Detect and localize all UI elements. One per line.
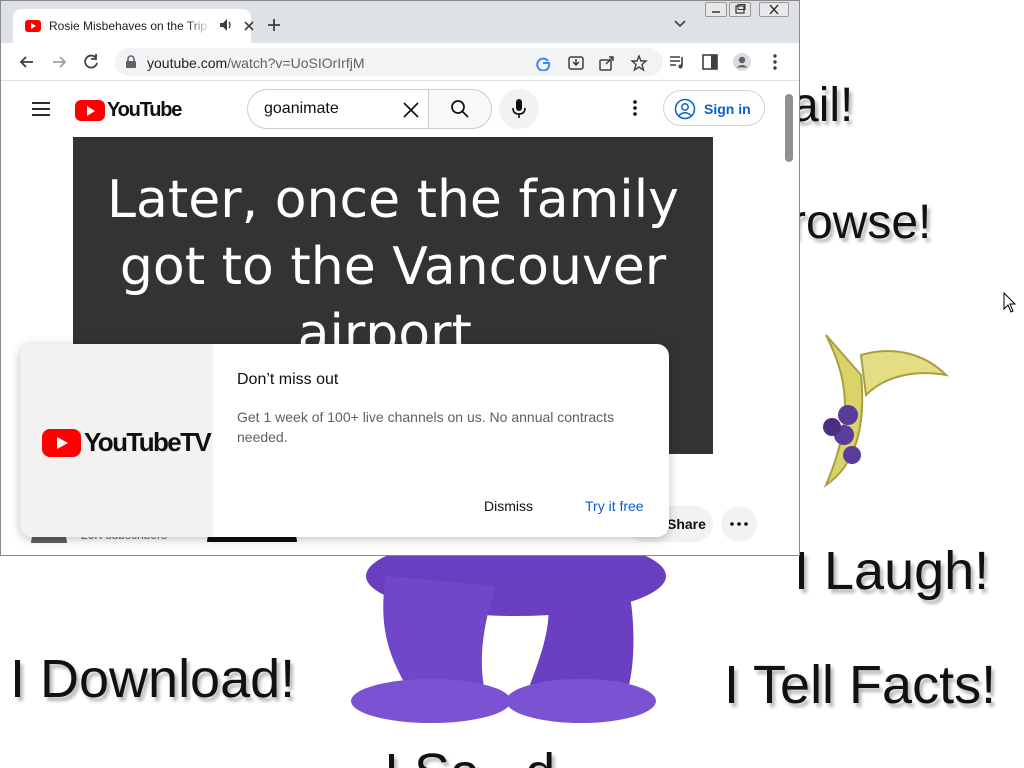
restore-button[interactable]: [729, 2, 751, 17]
wallpaper-text-email: ail!: [792, 79, 854, 132]
youtube-play-icon: [75, 99, 105, 121]
promo-body: Get 1 week of 100+ live channels on us. …: [237, 409, 615, 445]
tab-search-chevron-icon[interactable]: [673, 19, 687, 29]
bookmark-star-icon[interactable]: [630, 54, 648, 72]
search-box[interactable]: [247, 89, 429, 129]
media-control-icon[interactable]: [667, 52, 687, 72]
new-tab-icon[interactable]: [265, 16, 283, 34]
wallpaper-text-bottom: I Sa...d: [384, 742, 555, 768]
install-app-icon[interactable]: [567, 54, 585, 72]
video-more-actions-button[interactable]: [721, 506, 757, 542]
promo-title: Don’t miss out: [237, 371, 339, 388]
side-panel-icon[interactable]: [700, 52, 720, 72]
sign-in-label: Sign in: [704, 101, 751, 117]
share-page-icon[interactable]: [598, 54, 616, 72]
search-icon: [451, 100, 469, 118]
browser-tab[interactable]: Rosie Misbehaves on the Trip: [13, 9, 254, 43]
speaker-icon[interactable]: [219, 18, 233, 32]
wallpaper-text-laugh: I Laugh!: [794, 541, 990, 601]
wallpaper-text-browse: rowse!: [790, 196, 932, 249]
minimize-icon: [712, 11, 720, 13]
share-label: Share: [667, 516, 706, 532]
tab-title: Rosie Misbehaves on the Trip: [49, 19, 208, 33]
promo-logo-panel: YouTubeTV: [20, 344, 213, 537]
tab-strip: Rosie Misbehaves on the Trip: [1, 1, 799, 43]
forward-arrow-icon[interactable]: [49, 52, 69, 72]
youtube-logo-text: YouTube: [107, 98, 182, 121]
reload-icon[interactable]: [81, 52, 101, 72]
youtube-tv-logo-text: YouTubeTV: [84, 427, 212, 457]
wallpaper-text-download: I Download!: [10, 649, 296, 709]
video-caption-text: Later, once the family got to the Vancou…: [107, 170, 679, 364]
ellipsis-icon: [730, 522, 748, 526]
mouse-cursor-icon: [1003, 292, 1017, 313]
youtube-tv-play-icon: [42, 428, 81, 457]
lock-icon[interactable]: [125, 55, 137, 69]
browser-menu-icon[interactable]: [765, 52, 785, 72]
browser-window: Rosie Misbehaves on the Trip youtube.com…: [0, 0, 800, 556]
close-window-button[interactable]: [759, 2, 789, 17]
tab-close-icon[interactable]: [241, 18, 257, 34]
browser-toolbar: youtube.com/watch?v=UoSIOrIrfjM: [1, 43, 799, 81]
youtube-tv-promo-dialog: YouTubeTV Don’t miss out Get 1 week of 1…: [20, 344, 669, 537]
minimize-button[interactable]: [705, 2, 727, 17]
search-button[interactable]: [428, 89, 492, 129]
voice-search-button[interactable]: [499, 89, 539, 129]
url-text: youtube.com/watch?v=UoSIOrIrfjM: [147, 55, 365, 71]
try-it-free-button[interactable]: Try it free: [585, 498, 644, 514]
youtube-logo[interactable]: YouTube: [75, 98, 182, 121]
dismiss-button[interactable]: Dismiss: [484, 498, 533, 514]
profile-avatar-icon[interactable]: [732, 52, 752, 72]
hamburger-menu-icon[interactable]: [31, 101, 51, 117]
address-bar[interactable]: youtube.com/watch?v=UoSIOrIrfjM: [115, 48, 663, 76]
youtube-favicon-icon: [25, 20, 41, 32]
youtube-tv-logo: YouTubeTV: [42, 427, 212, 458]
wallpaper-bonzi-feet: [351, 556, 666, 723]
close-icon: [769, 4, 779, 15]
search-input[interactable]: [264, 100, 384, 118]
clear-search-icon[interactable]: [402, 101, 420, 119]
more-options-icon[interactable]: [625, 98, 645, 118]
restore-icon: [735, 4, 746, 14]
back-arrow-icon[interactable]: [17, 52, 37, 72]
google-lens-icon[interactable]: [535, 55, 551, 71]
page-scrollbar[interactable]: [785, 94, 793, 162]
sign-in-button[interactable]: Sign in: [663, 90, 765, 126]
account-circle-icon: [674, 98, 696, 120]
microphone-icon: [512, 99, 526, 118]
wallpaper-text-tell-facts: I Tell Facts!: [724, 655, 997, 715]
wallpaper-bonzi-banana: [823, 334, 949, 488]
